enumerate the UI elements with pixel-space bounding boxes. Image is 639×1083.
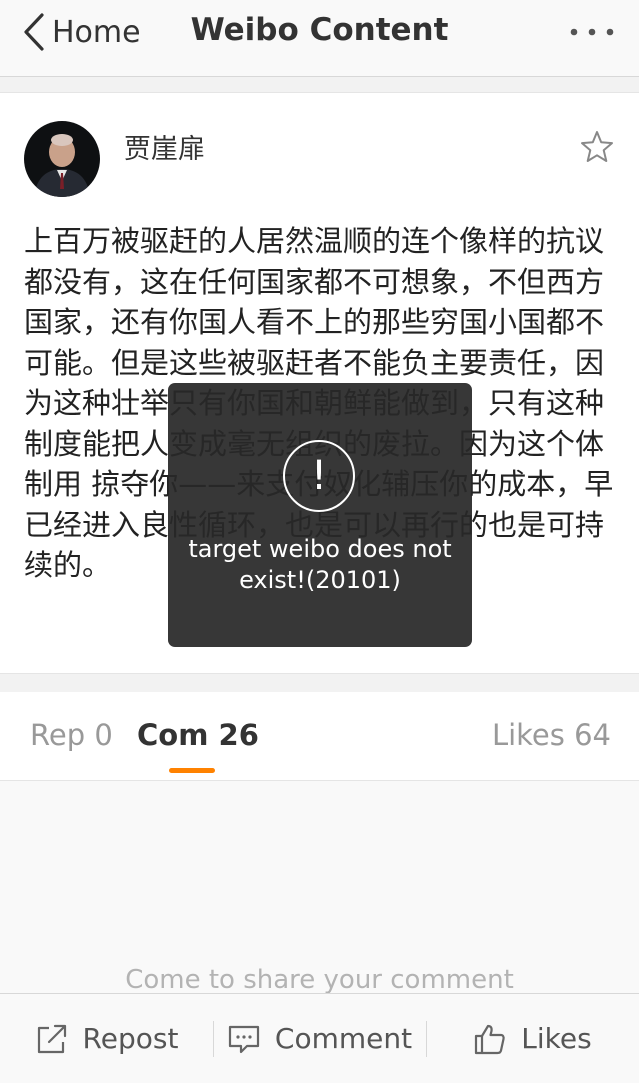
exclamation-icon: ! [283,440,355,512]
chevron-left-icon [24,13,44,51]
bottom-action-bar: Repost Comment Likes [0,993,639,1083]
more-dots-icon[interactable] [569,24,615,40]
error-toast: ! target weibo does not exist!(20101) [168,383,472,647]
comment-button[interactable]: Comment [213,994,426,1083]
post-stats-tabs: Rep 0 Com 26 Likes 64 [0,692,639,781]
comments-list: Come to share your comment [0,781,639,995]
comment-icon [228,1025,260,1053]
back-button[interactable]: Home [22,12,141,52]
toast-message: target weibo does not exist!(20101) [188,535,452,594]
empty-comments-hint[interactable]: Come to share your comment [0,965,639,995]
repost-button[interactable]: Repost [0,994,213,1083]
post-author-name[interactable]: 贾崖扉 [124,127,205,166]
likes-label: Likes [521,1022,592,1055]
thumbs-up-icon [475,1024,505,1054]
active-tab-indicator [169,768,215,773]
repost-label: Repost [82,1022,179,1055]
like-button[interactable]: Likes [426,994,639,1083]
back-label: Home [52,14,141,50]
navigation-bar: Home Weibo Content [0,0,639,77]
comment-label: Comment [274,1022,413,1055]
avatar[interactable] [24,121,100,197]
tab-likes[interactable]: Likes 64 [492,718,611,752]
repost-icon [37,1024,66,1053]
star-outline-icon[interactable] [579,129,615,165]
tab-reposts[interactable]: Rep 0 [30,718,113,752]
tab-comments[interactable]: Com 26 [137,718,259,752]
